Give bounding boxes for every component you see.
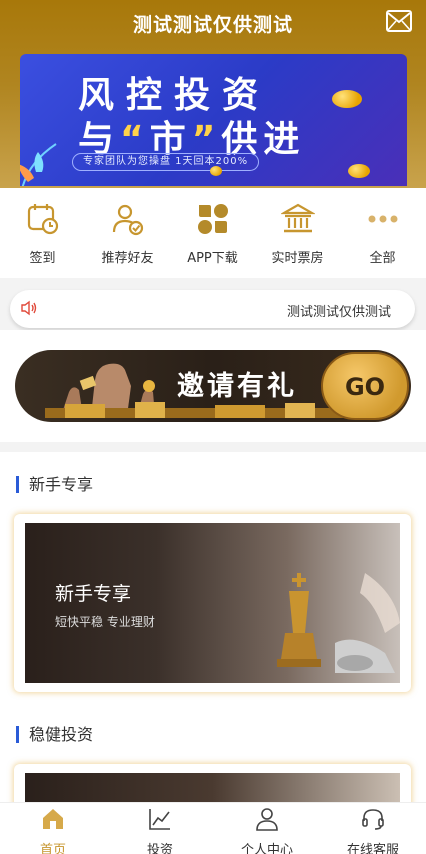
tab-home[interactable]: 首页 bbox=[0, 803, 106, 854]
app-grid-icon bbox=[197, 204, 228, 234]
coin-icon bbox=[348, 164, 370, 178]
leaf-decoration-icon bbox=[20, 143, 57, 186]
card-image: 新手专享 短快平稳 专业理财 bbox=[25, 523, 400, 683]
calendar-clock-icon bbox=[27, 204, 58, 235]
quick-item-label: 签到 bbox=[29, 251, 56, 266]
section-newbie: 新手专享 新手专享 短快平稳 专业理财 bbox=[0, 452, 426, 718]
section-title: 稳健投资 bbox=[16, 726, 93, 743]
headset-icon bbox=[362, 809, 384, 830]
tab-label: 投资 bbox=[146, 843, 173, 854]
tab-label: 个人中心 bbox=[240, 843, 293, 854]
page-title: 测试测试仅供测试 bbox=[132, 14, 293, 36]
home-icon bbox=[43, 809, 63, 829]
user-icon bbox=[256, 808, 278, 831]
go-label: GO bbox=[344, 373, 386, 401]
tab-support[interactable]: 在线客服 bbox=[320, 803, 426, 854]
bank-icon bbox=[280, 203, 315, 233]
tab-invest[interactable]: 投资 bbox=[107, 803, 213, 854]
promo-banner[interactable]: 风控投资 与“市”供进 专家团队为您操盘 1天回本200% bbox=[20, 54, 407, 186]
coin-icon bbox=[210, 166, 222, 176]
quick-item-checkin[interactable]: 签到 bbox=[0, 188, 85, 278]
quick-item-label: 全部 bbox=[369, 251, 396, 266]
chess-king-icon bbox=[277, 573, 400, 673]
tab-profile[interactable]: 个人中心 bbox=[214, 803, 320, 854]
header: 测试测试仅供测试 风控投资 与“市”供进 专家团队为您操盘 1天回本200% bbox=[0, 0, 426, 188]
quick-item-box-office[interactable]: 实时票房 bbox=[255, 188, 340, 278]
user-check-icon bbox=[112, 204, 143, 236]
quick-item-refer[interactable]: 推荐好友 bbox=[85, 188, 170, 278]
quick-item-label: APP下载 bbox=[187, 251, 238, 266]
coin-icon bbox=[332, 90, 362, 108]
speaker-icon bbox=[21, 300, 37, 316]
newbie-card[interactable]: 新手专享 短快平稳 专业理财 bbox=[14, 514, 411, 692]
invite-section: 邀请有礼 GO bbox=[0, 330, 426, 442]
card-title: 新手专享 bbox=[55, 583, 132, 605]
tab-label: 在线客服 bbox=[346, 843, 399, 854]
notice-bar[interactable]: 测试测试仅供测试 bbox=[10, 290, 415, 328]
card-subtitle: 短快平稳 专业理财 bbox=[55, 615, 155, 629]
quick-item-app-download[interactable]: APP下载 bbox=[170, 188, 255, 278]
quick-item-label: 推荐好友 bbox=[101, 251, 154, 266]
notice-text: 测试测试仅供测试 bbox=[286, 305, 391, 320]
banner-subtitle: 专家团队为您操盘 1天回本200% bbox=[72, 153, 260, 171]
go-button[interactable]: GO bbox=[321, 352, 409, 420]
section-stable: 稳健投资 bbox=[0, 718, 426, 824]
invite-banner[interactable]: 邀请有礼 GO bbox=[15, 350, 411, 422]
quick-item-all[interactable]: 全部 bbox=[340, 188, 425, 278]
more-dots-icon bbox=[368, 215, 397, 223]
tab-label: 首页 bbox=[39, 843, 66, 854]
section-title: 新手专享 bbox=[16, 476, 93, 493]
tab-bar: 首页 投资 个人中心 在线客服 bbox=[0, 802, 426, 854]
quick-menu: 签到 推荐好友 APP下载 实时票房 全部 bbox=[0, 188, 426, 278]
invite-title: 邀请有礼 bbox=[177, 371, 297, 402]
quick-item-label: 实时票房 bbox=[271, 251, 324, 266]
mail-icon[interactable] bbox=[386, 10, 412, 32]
coins-decoration-icon bbox=[45, 402, 345, 418]
chart-line-icon bbox=[149, 809, 170, 830]
